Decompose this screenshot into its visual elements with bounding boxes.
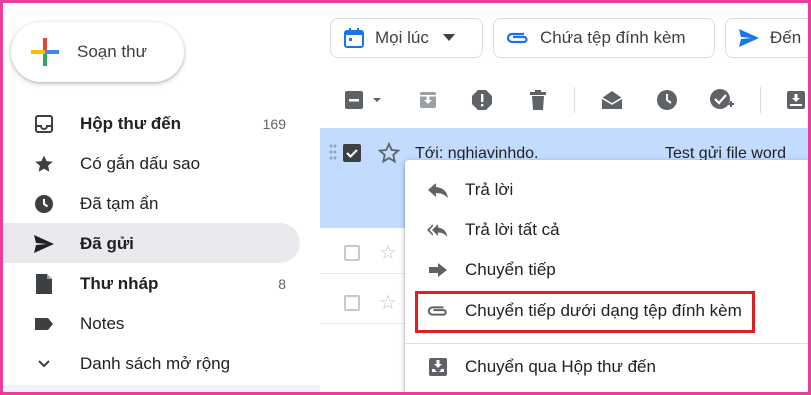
delete-icon[interactable] — [524, 87, 552, 113]
sidebar-item-sent[interactable]: Đã gửi — [0, 223, 300, 263]
sidebar-item-more[interactable]: Danh sách mở rộng — [0, 343, 300, 383]
sidebar-item-label: Có gắn dấu sao — [80, 154, 201, 173]
menu-item-reply-all[interactable]: Trả lời tất cả — [405, 210, 811, 250]
menu-item-forward[interactable]: Chuyển tiếp — [405, 250, 811, 290]
compose-plus-icon — [31, 38, 59, 66]
move-to-icon[interactable] — [782, 87, 810, 113]
star-icon — [33, 153, 55, 175]
menu-item-label: Trả lời tất cả — [465, 220, 560, 239]
sidebar-item-starred[interactable]: Có gắn dấu sao — [0, 143, 300, 183]
sidebar-item-label: Đã tạm ẩn — [80, 194, 159, 213]
sidebar-item-snoozed[interactable]: Đã tạm ẩn — [0, 183, 300, 223]
label-icon — [33, 313, 55, 335]
star-outline-icon[interactable]: ☆ — [379, 293, 397, 313]
move-to-inbox-icon — [427, 357, 449, 377]
menu-item-label: Chuyển qua Hộp thư đến — [465, 357, 656, 376]
attachment-filter-label: Chứa tệp đính kèm — [540, 28, 686, 47]
sidebar-item-inbox[interactable]: Hộp thư đến 169 — [0, 103, 300, 143]
to-filter-label: Đến — [770, 28, 802, 47]
draft-icon — [33, 273, 55, 295]
compose-button[interactable]: Soạn thư — [11, 22, 184, 82]
toolbar-divider — [574, 87, 575, 113]
mark-as-read-icon[interactable] — [598, 87, 626, 113]
row-checkbox-checked[interactable] — [342, 143, 362, 163]
calendar-icon — [343, 27, 365, 49]
sidebar-item-label: Danh sách mở rộng — [80, 354, 231, 373]
archive-icon[interactable] — [414, 87, 442, 113]
time-filter-chip[interactable]: Mọi lúc — [330, 18, 483, 58]
highlight-annotation-box — [415, 291, 755, 333]
menu-divider — [405, 343, 811, 344]
sidebar-bottom-divider — [0, 385, 320, 395]
star-outline-icon[interactable] — [378, 142, 400, 164]
sidebar-item-label: Hộp thư đến — [80, 114, 182, 133]
time-filter-label: Mọi lúc — [375, 28, 429, 47]
compose-label: Soạn thư — [77, 42, 147, 61]
menu-item-label: Trả lời — [465, 180, 514, 199]
star-outline-icon[interactable]: ☆ — [379, 243, 397, 263]
menu-item-move-to-inbox[interactable]: Chuyển qua Hộp thư đến — [405, 347, 811, 387]
paperclip-icon — [506, 31, 530, 45]
add-to-tasks-icon[interactable] — [707, 87, 737, 113]
drag-handle-icon[interactable] — [329, 144, 337, 160]
menu-item-reply[interactable]: Trả lời — [405, 170, 811, 210]
attachment-filter-chip[interactable]: Chứa tệp đính kèm — [493, 18, 715, 58]
send-icon — [33, 233, 55, 255]
sidebar-item-label: Thư nháp — [80, 274, 159, 293]
reply-icon — [427, 180, 449, 200]
report-spam-icon[interactable] — [468, 87, 496, 113]
row-checkbox[interactable] — [344, 245, 360, 261]
dropdown-arrow-icon — [442, 34, 455, 42]
sidebar-item-drafts[interactable]: Thư nháp 8 — [0, 263, 300, 303]
sidebar-item-notes[interactable]: Notes — [0, 303, 300, 343]
select-all-checkbox[interactable] — [341, 87, 385, 113]
chevron-down-icon — [33, 353, 55, 375]
sidebar-item-label: Notes — [80, 314, 125, 333]
sidebar-item-label: Đã gửi — [80, 234, 134, 253]
unread-count: 169 — [262, 116, 286, 132]
draft-count: 8 — [278, 276, 286, 292]
to-filter-chip[interactable]: Đến — [725, 18, 811, 58]
row-checkbox[interactable] — [344, 295, 360, 311]
toolbar-divider — [760, 87, 761, 113]
send-icon — [738, 28, 760, 48]
clock-icon — [33, 193, 55, 215]
menu-item-label: Chuyển tiếp — [465, 260, 556, 279]
inbox-icon — [33, 113, 55, 135]
snooze-clock-icon[interactable] — [653, 87, 681, 113]
forward-icon — [427, 260, 449, 280]
reply-all-icon — [427, 220, 449, 240]
context-menu: Trả lời Trả lời tất cả Chuyển tiếp Chuyể… — [405, 160, 811, 395]
